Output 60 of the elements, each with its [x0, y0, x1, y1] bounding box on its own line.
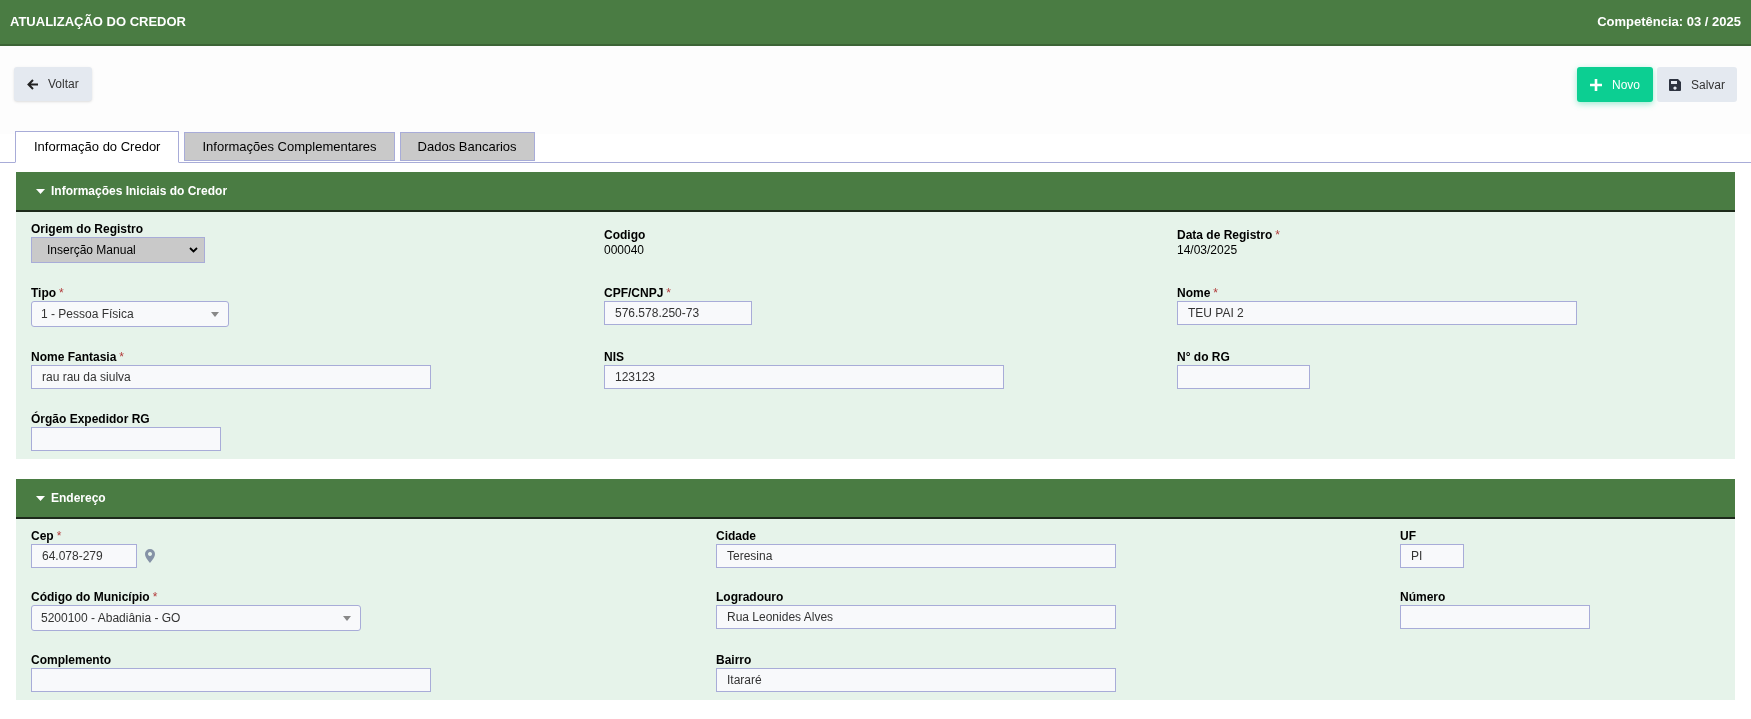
chevron-down-icon	[189, 247, 198, 253]
field-label: NIS	[604, 350, 624, 364]
required-mark: *	[56, 529, 62, 543]
map-pin-icon[interactable]	[145, 549, 155, 563]
caret-down-icon	[343, 615, 351, 621]
tab[interactable]: Informação do Credor	[15, 131, 180, 163]
field-label: Número	[1400, 590, 1446, 604]
dropdown[interactable]: Inserção Manual	[31, 237, 205, 263]
caret-down-icon	[36, 188, 45, 194]
input-field[interactable]: 576.578.250-73	[604, 301, 752, 325]
arrow-left-icon	[27, 78, 39, 90]
input-field[interactable]: PI	[1400, 544, 1464, 568]
period-label: Competência: 03 / 2025	[1597, 13, 1741, 32]
input-field[interactable]: Teresina	[716, 544, 1116, 568]
caret-down-icon	[36, 495, 45, 501]
input-field[interactable]	[1177, 365, 1310, 389]
field-label: Cidade	[716, 529, 756, 543]
dropdown[interactable]: 1 - Pessoa Física	[31, 301, 229, 327]
field-label: Órgão Expedidor RG	[31, 412, 150, 426]
input-field[interactable]: 64.078-279	[31, 544, 137, 568]
input-field[interactable]: TEU PAI 2	[1177, 301, 1577, 325]
page-title: ATUALIZAÇÃO DO CREDOR	[10, 13, 186, 32]
field-label: Bairro	[716, 653, 752, 667]
input-field[interactable]: rau rau da siulva	[31, 365, 431, 389]
field-value: 000040	[604, 243, 646, 257]
field-label: Código do Município	[31, 590, 150, 604]
section-header[interactable]: Informações Iniciais do Credor	[16, 172, 1735, 212]
field-label: Codigo	[604, 228, 646, 242]
input-field[interactable]	[31, 668, 431, 692]
required-mark: *	[666, 286, 671, 300]
field-label: Origem do Registro	[31, 222, 143, 236]
tab[interactable]: Dados Bancarios	[399, 132, 535, 161]
field-label: Nome Fantasia	[31, 350, 117, 364]
field-label: CPF/CNPJ	[604, 286, 664, 300]
input-field[interactable]: Itararé	[716, 668, 1116, 692]
save-button[interactable]: Salvar	[1657, 67, 1737, 102]
field-value: 14/03/2025	[1177, 243, 1239, 257]
input-field[interactable]	[31, 427, 221, 451]
field-label: Data de Registro	[1177, 228, 1273, 242]
dropdown[interactable]: 5200100 - Abadiânia - GO	[31, 605, 361, 631]
field-label: Nome	[1177, 286, 1211, 300]
field-label: N° do RG	[1177, 350, 1230, 364]
field-label: Logradouro	[716, 590, 784, 604]
caret-down-icon	[211, 311, 219, 317]
plus-icon	[1589, 78, 1602, 91]
input-field[interactable]	[1400, 605, 1590, 629]
required-mark: *	[1275, 228, 1281, 242]
section-header[interactable]: Endereço	[16, 479, 1735, 519]
input-field[interactable]: 123123	[604, 365, 1004, 389]
field-label: Complemento	[31, 653, 111, 667]
required-mark: *	[1213, 286, 1218, 300]
required-mark: *	[59, 286, 64, 300]
field-label: Cep	[31, 529, 54, 543]
input-field[interactable]: Rua Leonides Alves	[716, 605, 1116, 629]
back-button[interactable]: Voltar	[14, 67, 92, 101]
field-label: Tipo	[31, 286, 57, 300]
required-mark: *	[152, 590, 158, 604]
field-label: UF	[1400, 529, 1416, 543]
required-mark: *	[119, 350, 125, 364]
tab[interactable]: Informações Complementares	[184, 132, 395, 161]
